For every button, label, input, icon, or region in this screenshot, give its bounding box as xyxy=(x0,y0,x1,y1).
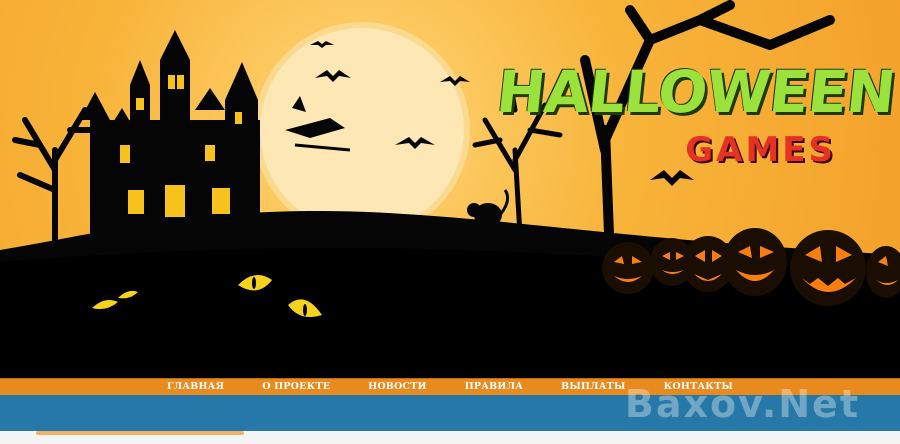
watermark: Baxov.Net xyxy=(624,382,860,426)
logo-subtitle: GAMES xyxy=(685,130,836,170)
halloween-games-logo[interactable]: HALLOWEEN GAMES xyxy=(493,58,897,188)
nav-item-news[interactable]: НОВОСТИ xyxy=(349,379,446,396)
halloween-scene-illustration xyxy=(0,0,900,378)
dead-tree-left xyxy=(12,107,98,253)
hero-banner: HALLOWEEN GAMES xyxy=(0,0,900,378)
nav-item-about[interactable]: О ПРОЕКТЕ xyxy=(243,379,349,396)
content-tab[interactable] xyxy=(36,431,244,435)
logo-title: HALLOWEEN xyxy=(493,58,898,126)
content-area xyxy=(0,431,900,444)
nav-item-rules[interactable]: ПРАВИЛА xyxy=(446,379,542,396)
nav-item-home[interactable]: ГЛАВНАЯ xyxy=(148,379,243,396)
